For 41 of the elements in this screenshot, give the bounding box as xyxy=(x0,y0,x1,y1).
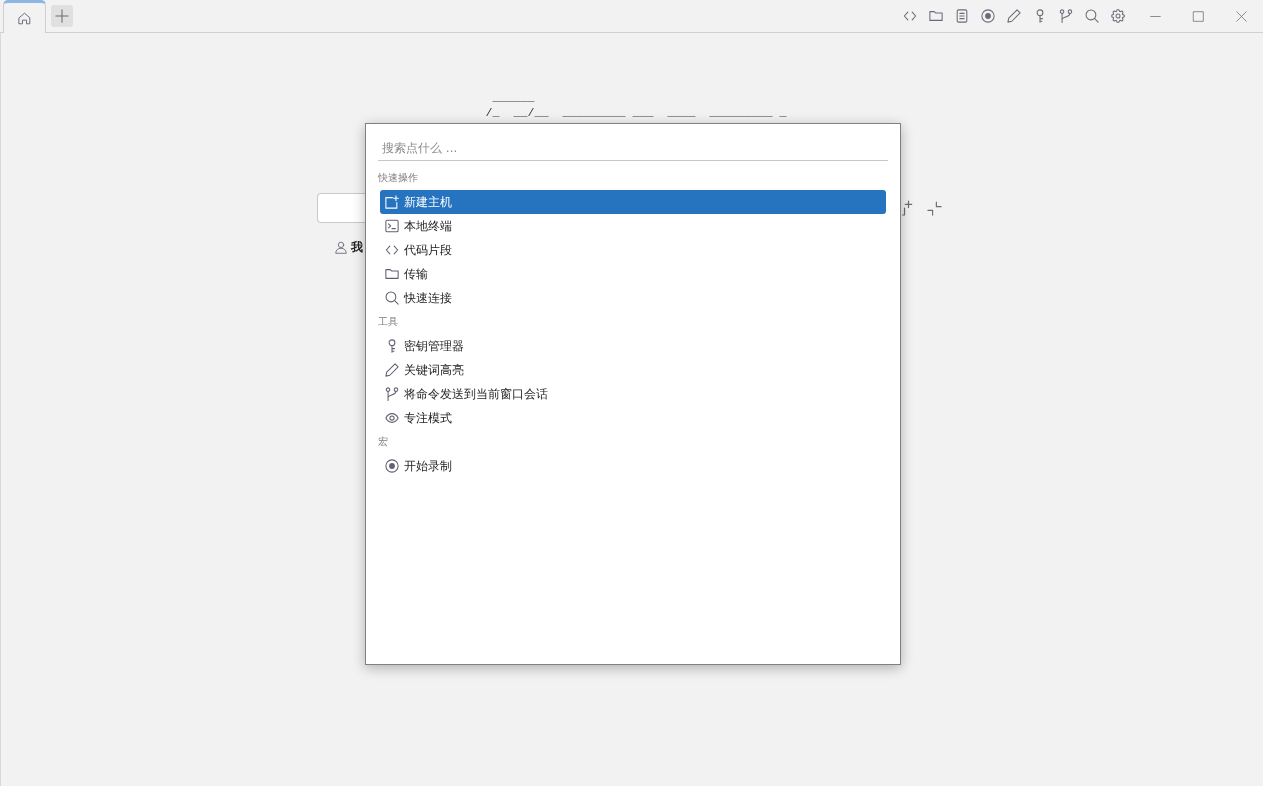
menu-item[interactable]: 将命令发送到当前窗口会话 xyxy=(380,382,886,406)
user-icon xyxy=(335,240,347,254)
document-icon[interactable] xyxy=(955,9,969,23)
pencil-icon xyxy=(385,363,399,377)
search-icon[interactable] xyxy=(1085,9,1099,23)
plus-icon xyxy=(55,9,69,23)
terminal-icon xyxy=(385,219,399,233)
menu-item[interactable]: 代码片段 xyxy=(380,238,886,262)
ascii-art-logo: ______ /_ __/__ _________ ___ ____ _________ _ xyxy=(485,91,787,121)
plus-icon[interactable] xyxy=(902,200,913,216)
section-heading: 快速操作 xyxy=(378,171,419,185)
close-icon[interactable] xyxy=(1236,10,1247,22)
code-icon[interactable] xyxy=(903,9,917,23)
folder-icon[interactable] xyxy=(929,9,943,23)
input-field[interactable] xyxy=(317,193,365,223)
menu-item[interactable]: 传输 xyxy=(380,262,886,286)
menu-item[interactable]: 本地终端 xyxy=(380,214,886,238)
eye-icon xyxy=(385,411,399,425)
add-square-icon xyxy=(385,195,399,209)
folder-icon xyxy=(385,267,399,281)
user-label: 我 xyxy=(351,239,363,255)
branch-icon[interactable] xyxy=(1059,9,1073,23)
menu-item[interactable]: 专注模式 xyxy=(380,406,886,430)
menu-item[interactable]: 关键词高亮 xyxy=(380,358,886,382)
section-heading: 工具 xyxy=(378,315,399,329)
collapse-icon[interactable] xyxy=(927,200,942,216)
home-tab[interactable] xyxy=(3,0,46,33)
home-icon xyxy=(18,11,31,25)
code-icon xyxy=(385,243,399,257)
section-heading: 宏 xyxy=(378,435,389,449)
menu-item[interactable]: 快速连接 xyxy=(380,286,886,310)
search-icon xyxy=(385,291,399,305)
menu-item[interactable]: 开始录制 xyxy=(380,454,886,478)
menu-item[interactable]: 密钥管理器 xyxy=(380,334,886,358)
maximize-icon[interactable] xyxy=(1193,10,1204,22)
record-icon[interactable] xyxy=(981,9,995,23)
pencil-icon[interactable] xyxy=(1007,9,1021,23)
record-icon xyxy=(385,459,399,473)
menu-item[interactable]: 新建主机 xyxy=(380,190,886,214)
settings-icon[interactable] xyxy=(1111,9,1125,23)
branch-icon xyxy=(385,387,399,401)
